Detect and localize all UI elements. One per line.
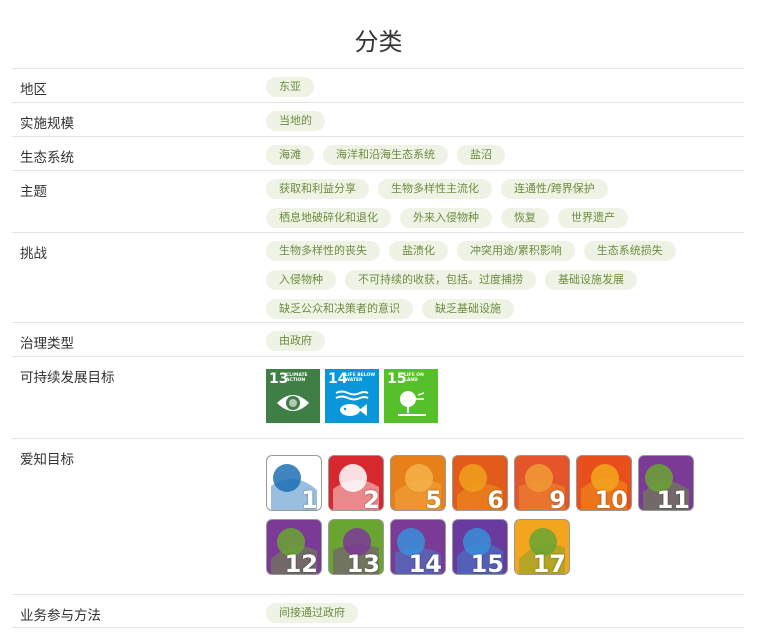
- aichi-number: 2: [363, 486, 380, 511]
- sdg-text: LIFE BELOW WATER: [345, 373, 376, 383]
- aichi-target-12[interactable]: 12: [266, 519, 322, 575]
- row-label: 实施规模: [20, 116, 74, 132]
- tag-list: 当地的: [266, 111, 736, 131]
- tag[interactable]: 冲突用途/累积影响: [457, 241, 575, 261]
- row-label: 爱知目标: [20, 452, 74, 468]
- tag[interactable]: 缺乏基础设施: [422, 299, 514, 319]
- aichi-target-17[interactable]: 17: [514, 519, 570, 575]
- aichi-number: 11: [656, 486, 690, 511]
- aichi-target-5[interactable]: 5: [390, 455, 446, 511]
- aichi-number: 15: [470, 550, 504, 575]
- aichi-number: 9: [549, 486, 566, 511]
- aichi-number: 5: [425, 486, 442, 511]
- row-scale: 实施规模 当地的: [12, 102, 744, 136]
- aichi-target-list: 1 2 5 6 9 10 11 12 13 14 15 17: [266, 455, 736, 575]
- aichi-target-1[interactable]: 1: [266, 455, 322, 511]
- tree-icon: [398, 391, 426, 416]
- aichi-number: 1: [301, 486, 318, 511]
- row-label: 可持续发展目标: [20, 370, 115, 386]
- tag[interactable]: 基础设施发展: [545, 270, 637, 290]
- row-label: 治理类型: [20, 336, 74, 352]
- row-governance: 治理类型 由政府: [12, 322, 744, 356]
- aichi-target-14[interactable]: 14: [390, 519, 446, 575]
- eye-globe-icon: [277, 395, 309, 411]
- row-engagement: 业务参与方法 间接通过政府: [12, 594, 744, 628]
- tag-list: 东亚: [266, 77, 736, 97]
- row-aichi: 爱知目标 1 2 5 6 9 10 11 12 13 14 15 17: [12, 438, 744, 594]
- row-label: 地区: [20, 82, 47, 98]
- aichi-number: 13: [346, 550, 380, 575]
- fish-icon: [335, 390, 369, 416]
- tag[interactable]: 生态系统损失: [583, 241, 676, 261]
- aichi-number: 10: [594, 486, 628, 511]
- sdg-goal-14[interactable]: 14 LIFE BELOW WATER: [325, 369, 379, 423]
- tag[interactable]: 由政府: [266, 331, 325, 351]
- tag-list: 获取和利益分享 生物多样性主流化 连通性/跨界保护栖息地破碎化和退化 外来入侵物种 恢复…: [266, 179, 656, 228]
- tag[interactable]: 不可持续的收获，包括。过度捕捞: [345, 270, 536, 290]
- sdg-text: LIFE ON LAND: [404, 373, 424, 383]
- aichi-target-9[interactable]: 9: [514, 455, 570, 511]
- aichi-target-11[interactable]: 11: [638, 455, 694, 511]
- tag[interactable]: 获取和利益分享: [266, 179, 369, 199]
- row-ecosystem: 生态系统 海滩 海洋和沿海生态系统 盐沼: [12, 136, 744, 170]
- row-label: 生态系统: [20, 150, 74, 166]
- aichi-target-13[interactable]: 13: [328, 519, 384, 575]
- row-label: 挑战: [20, 246, 47, 262]
- row-theme: 主题 获取和利益分享 生物多样性主流化 连通性/跨界保护栖息地破碎化和退化 外来入侵物…: [12, 170, 744, 232]
- row-region: 地区 东亚: [12, 68, 744, 102]
- row-label: 主题: [20, 184, 47, 200]
- aichi-number: 14: [408, 550, 442, 575]
- tag[interactable]: 入侵物种: [266, 270, 336, 290]
- tag[interactable]: 间接通过政府: [266, 603, 358, 623]
- aichi-number: 17: [532, 550, 566, 575]
- tag[interactable]: 当地的: [266, 111, 325, 131]
- tag[interactable]: 连通性/跨界保护: [501, 179, 608, 199]
- tag[interactable]: 东亚: [266, 77, 314, 97]
- tag[interactable]: 海滩: [266, 145, 314, 165]
- sdg-goal-15[interactable]: 15 LIFE ON LAND: [384, 369, 438, 423]
- tag[interactable]: 世界遗产: [558, 208, 628, 228]
- aichi-number: 12: [284, 550, 318, 575]
- row-sdg: 可持续发展目标 13 CLIMATE ACTION 14 LIFE BELOW …: [12, 356, 744, 438]
- sdg-text: CLIMATE ACTION: [286, 373, 308, 383]
- aichi-target-2[interactable]: 2: [328, 455, 384, 511]
- tag[interactable]: 栖息地破碎化和退化: [266, 208, 391, 228]
- tag[interactable]: 盐渍化: [389, 241, 448, 261]
- sdg-goal-list: 13 CLIMATE ACTION 14 LIFE BELOW WATER 15…: [266, 369, 736, 423]
- tag[interactable]: 恢复: [501, 208, 549, 228]
- aichi-number: 6: [487, 486, 504, 511]
- tag-list: 间接通过政府: [266, 603, 736, 623]
- tag[interactable]: 缺乏公众和决策者的意识: [266, 299, 413, 319]
- page-title: 分类: [354, 28, 403, 56]
- tag-list: 由政府: [266, 331, 736, 351]
- aichi-target-10[interactable]: 10: [576, 455, 632, 511]
- tag-list: 海滩 海洋和沿海生态系统 盐沼: [266, 145, 736, 165]
- tag[interactable]: 海洋和沿海生态系统: [323, 145, 448, 165]
- sdg-goal-13[interactable]: 13 CLIMATE ACTION: [266, 369, 320, 423]
- tag[interactable]: 外来入侵物种: [400, 208, 492, 228]
- row-challenges: 挑战 生物多样性的丧失 盐渍化 冲突用途/累积影响 生态系统损失入侵物种 不可持续的收获…: [12, 232, 744, 322]
- row-label: 业务参与方法: [20, 608, 101, 624]
- aichi-target-15[interactable]: 15: [452, 519, 508, 575]
- tag[interactable]: 生物多样性的丧失: [266, 241, 380, 261]
- aichi-target-6[interactable]: 6: [452, 455, 508, 511]
- tag[interactable]: 生物多样性主流化: [378, 179, 492, 199]
- tag[interactable]: 盐沼: [457, 145, 505, 165]
- tag-list: 生物多样性的丧失 盐渍化 冲突用途/累积影响 生态系统损失入侵物种 不可持续的收获，包括…: [266, 241, 706, 319]
